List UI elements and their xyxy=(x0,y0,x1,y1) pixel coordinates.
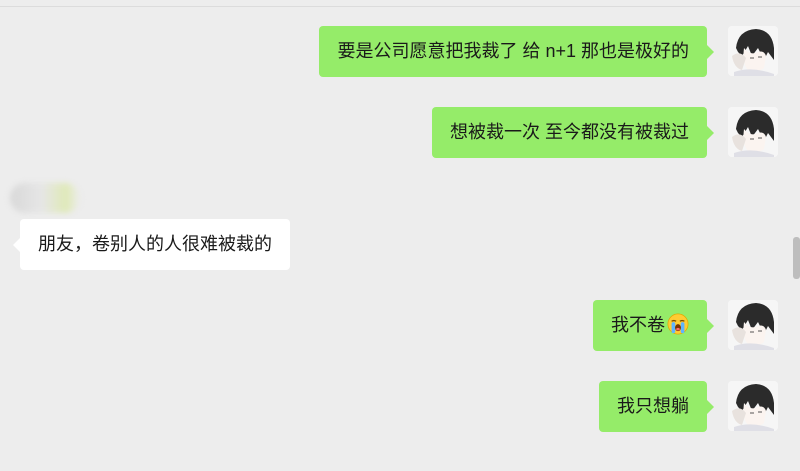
sent-message-bubble[interactable]: 要是公司愿意把我裁了 给 n+1 那也是极好的 xyxy=(319,26,714,77)
user-avatar[interactable] xyxy=(728,300,778,350)
user-avatar[interactable] xyxy=(728,381,778,431)
top-divider xyxy=(0,6,800,7)
anime-avatar-icon xyxy=(728,300,778,350)
message-text: 朋友，卷别人的人很难被裁的 xyxy=(38,234,272,254)
message-text: 要是公司愿意把我裁了 给 n+1 那也是极好的 xyxy=(337,41,689,61)
chat-window: 要是公司愿意把我裁了 给 n+1 那也是极好的 想被裁一次 至今都没有被裁过 朋… xyxy=(0,0,800,471)
message-text: 想被裁一次 至今都没有被裁过 xyxy=(450,122,689,142)
message-text: 我只想躺 xyxy=(617,396,689,416)
loudly-crying-face-icon xyxy=(667,313,689,335)
sent-message-bubble[interactable]: 想被裁一次 至今都没有被裁过 xyxy=(432,107,714,158)
user-avatar[interactable] xyxy=(728,26,778,76)
message-text: 我不卷 xyxy=(611,315,665,335)
user-avatar[interactable] xyxy=(728,107,778,157)
anime-avatar-icon xyxy=(728,381,778,431)
sent-message-bubble[interactable]: 我不卷 xyxy=(593,300,714,351)
sent-message-bubble[interactable]: 我只想躺 xyxy=(599,381,714,432)
anime-avatar-icon xyxy=(728,26,778,76)
received-message-bubble[interactable]: 朋友，卷别人的人很难被裁的 xyxy=(13,219,290,270)
scrollbar-thumb[interactable] xyxy=(793,237,800,279)
anime-avatar-icon xyxy=(728,107,778,157)
sender-name-blurred xyxy=(10,183,80,213)
